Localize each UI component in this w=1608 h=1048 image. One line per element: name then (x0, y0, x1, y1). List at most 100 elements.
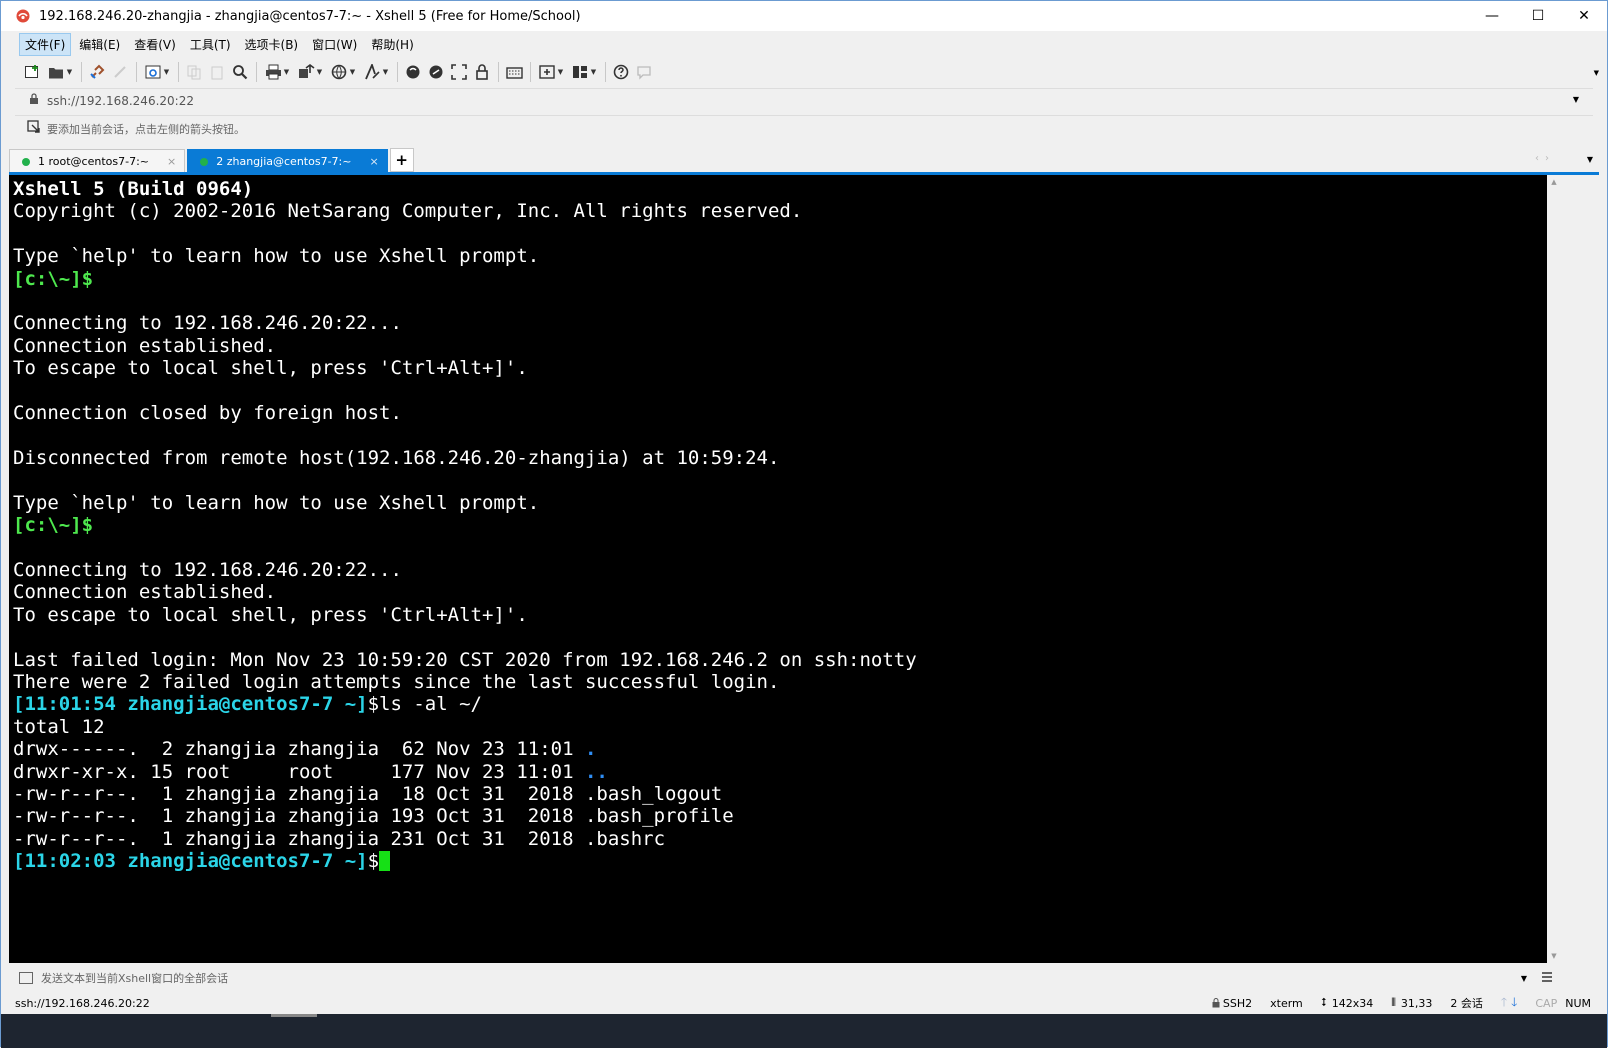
keyboard-button[interactable] (503, 61, 525, 83)
fullscreen-button[interactable] (448, 61, 470, 83)
banner-title: Xshell 5 (Build 0964) (13, 178, 254, 200)
encoding-button[interactable]: ▼ (327, 61, 359, 83)
transfer-button[interactable]: ▼ (294, 61, 326, 83)
close-button[interactable]: ✕ (1561, 1, 1607, 31)
window-title: 192.168.246.20-zhangjia - zhangjia@cento… (39, 8, 581, 24)
xshell-link-button[interactable] (425, 61, 447, 83)
close-tab-icon[interactable]: × (369, 155, 378, 168)
tab-label: 2 zhangjia@centos7-7:~ (216, 155, 352, 168)
tab-session-1[interactable]: 1 root@centos7-7:~ × (9, 149, 186, 173)
hamburger-menu-icon[interactable] (1541, 971, 1553, 986)
tab-scroll-arrows-icon[interactable]: ‹› (1535, 153, 1555, 164)
compose-dropdown-icon[interactable]: ▼ (1521, 974, 1527, 983)
cursor-pos-label: 31,33 (1400, 996, 1433, 1010)
new-session-button[interactable] (21, 61, 43, 83)
lock-icon (1212, 998, 1220, 1008)
chat-button[interactable] (633, 61, 655, 83)
chevron-down-icon: ▼ (66, 68, 73, 76)
xftp-button[interactable] (402, 61, 424, 83)
layout-button[interactable]: ▼ (568, 61, 600, 83)
local-prompt: [c:\~]$ (13, 267, 94, 290)
print-button[interactable]: ▼ (261, 61, 293, 83)
add-tab-button[interactable]: + (389, 148, 414, 172)
toolbar-overflow-icon[interactable]: ▼ (1594, 69, 1599, 77)
help-icon (613, 64, 629, 80)
scroll-down-icon[interactable]: ▼ (1547, 949, 1561, 963)
lock-button[interactable] (471, 61, 493, 83)
compose-text[interactable]: 发送文本到当前Xshell窗口的全部会话 (41, 970, 228, 986)
scroll-up-icon[interactable]: ▲ (1547, 175, 1561, 189)
connecting-line: Connecting to 192.168.246.20:22... (13, 312, 402, 335)
maximize-button[interactable]: ☐ (1515, 1, 1561, 31)
download-arrow-icon: 🡓 (1511, 994, 1518, 1009)
help-line: Type `help' to learn how to use Xshell p… (13, 245, 540, 268)
minimize-button[interactable]: — (1469, 1, 1515, 31)
escape-line: To escape to local shell, press 'Ctrl+Al… (13, 357, 528, 380)
terminal-pane[interactable]: Xshell 5 (Build 0964) Copyright (c) 2002… (9, 175, 1547, 963)
menu-view[interactable]: 查看(V) (128, 33, 182, 56)
compose-bar: 发送文本到当前Xshell窗口的全部会话 ▼ (9, 965, 1599, 991)
menu-window[interactable]: 窗口(W) (306, 33, 363, 56)
menu-help[interactable]: 帮助(H) (365, 33, 419, 56)
toolbar-divider (605, 62, 606, 82)
terminal-scrollbar[interactable]: ▲ ▼ (1547, 175, 1561, 963)
layout-icon (572, 66, 587, 78)
menu-edit[interactable]: 编辑(E) (73, 33, 126, 56)
close-tab-icon[interactable]: × (167, 155, 176, 168)
failed-attempts-line: There were 2 failed login attempts since… (13, 670, 780, 693)
listing-meta: -rw-r--r--. 1 zhangjia zhangjia 231 Oct … (13, 827, 585, 850)
copy-icon (187, 65, 201, 80)
new-tab-button[interactable]: ▼ (535, 61, 567, 83)
tab-list-dropdown-icon[interactable]: ▼ (1587, 155, 1593, 164)
status-bar: ssh://192.168.246.20:22 SSH2 xterm ⭥ 142… (1, 993, 1607, 1013)
transfer-icon (298, 64, 315, 78)
font-button[interactable]: ▼ (360, 61, 392, 83)
menu-bar: 文件(F) 编辑(E) 查看(V) 工具(T) 选项卡(B) 窗口(W) 帮助(… (1, 31, 1607, 57)
menu-file[interactable]: 文件(F) (19, 32, 72, 56)
reconnect-button[interactable] (86, 61, 108, 83)
xshell-window: 192.168.246.20-zhangjia - zhangjia@cento… (0, 0, 1608, 1048)
menu-tabs[interactable]: 选项卡(B) (239, 33, 305, 56)
lock-icon (29, 93, 39, 108)
total-line: total 12 (13, 715, 105, 738)
help-line: Type `help' to learn how to use Xshell p… (13, 491, 540, 514)
tab-label: 1 root@centos7-7:~ (38, 155, 149, 168)
toolbar-divider (530, 62, 531, 82)
chevron-down-icon: ▼ (163, 68, 170, 76)
keyboard-icon (505, 67, 523, 79)
copy-button[interactable] (183, 61, 205, 83)
local-prompt: [c:\~]$ (13, 514, 94, 537)
add-session-arrow-icon[interactable] (27, 120, 41, 137)
shell-prompt: [11:01:54 zhangjia@centos7-7 ~] (13, 693, 368, 716)
toolbar-divider (136, 62, 137, 82)
cursor-pos-icon: ⫴ (1391, 996, 1396, 1009)
open-folder-button[interactable]: ▼ (44, 61, 76, 83)
compose-window-icon[interactable] (19, 972, 33, 984)
paste-button[interactable] (206, 61, 228, 83)
search-icon (233, 65, 248, 80)
speech-bubble-icon (637, 66, 651, 80)
unlink-icon (114, 66, 126, 78)
help-button[interactable] (610, 61, 632, 83)
properties-button[interactable]: ▼ (141, 61, 173, 83)
lock-icon (476, 64, 488, 80)
add-window-icon (539, 65, 555, 79)
menu-tools[interactable]: 工具(T) (184, 33, 237, 56)
listing-meta: -rw-r--r--. 1 zhangjia zhangjia 193 Oct … (13, 805, 585, 828)
banner-copyright: Copyright (c) 2002-2016 NetSarang Comput… (13, 200, 803, 223)
address-dropdown-icon[interactable]: ▼ (1573, 95, 1579, 104)
listing-name-dir: . (584, 738, 597, 761)
status-caps: CAP (1535, 996, 1558, 1010)
status-protocol: SSH2 (1212, 997, 1252, 1010)
listing-name-file: .bash_profile (584, 805, 734, 828)
listing-meta: drwxr-xr-x. 15 root root 177 Nov 23 11:0… (13, 760, 585, 783)
address-input[interactable] (45, 92, 1529, 109)
status-transfer: 🡑 🡓 (1501, 993, 1518, 1014)
tab-session-2[interactable]: 2 zhangjia@centos7-7:~ × (187, 149, 388, 173)
find-button[interactable] (229, 61, 251, 83)
paste-icon (211, 66, 223, 80)
shell-icon (429, 65, 443, 79)
size-label: 142x34 (1331, 996, 1374, 1010)
disconnect-button[interactable] (109, 61, 131, 83)
connecting-line: Connecting to 192.168.246.20:22... (13, 558, 402, 581)
